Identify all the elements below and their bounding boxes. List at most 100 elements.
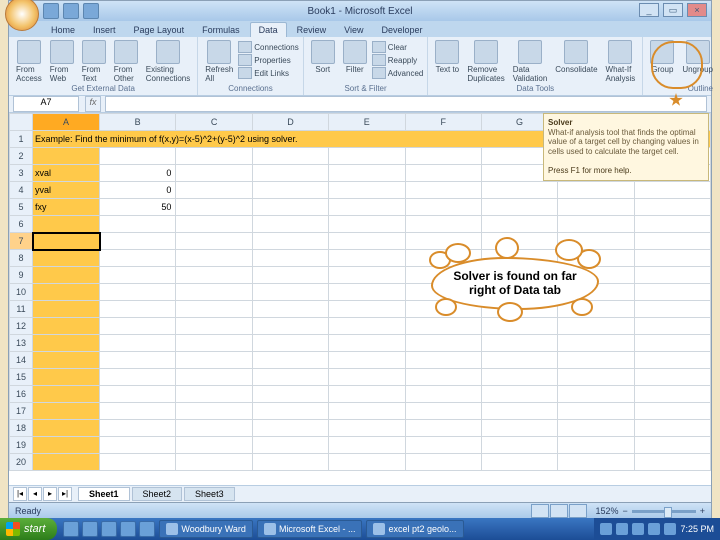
tray-icon[interactable] — [664, 523, 676, 535]
cell-F17[interactable] — [405, 403, 481, 420]
sheet-nav-next[interactable]: ▸ — [43, 487, 57, 501]
cell-A2[interactable] — [33, 148, 100, 165]
ribbon-properties[interactable]: Properties — [238, 54, 298, 66]
cell-C7[interactable] — [176, 233, 252, 250]
sheet-tab-sheet2[interactable]: Sheet2 — [132, 487, 183, 501]
clock[interactable]: 7:25 PM — [680, 524, 714, 534]
cell-B18[interactable] — [100, 420, 176, 437]
row-header-13[interactable]: 13 — [10, 335, 33, 352]
cell-A15[interactable] — [33, 369, 100, 386]
cell-H15[interactable] — [558, 369, 634, 386]
cell-B12[interactable] — [100, 318, 176, 335]
cell-G8[interactable] — [481, 250, 557, 267]
tab-formulas[interactable]: Formulas — [194, 23, 248, 37]
ribbon-refresh-all[interactable]: Refresh All — [202, 39, 236, 84]
cell-I4[interactable] — [634, 182, 710, 199]
cell-D17[interactable] — [252, 403, 328, 420]
cell-H16[interactable] — [558, 386, 634, 403]
cell-I17[interactable] — [634, 403, 710, 420]
row-header-9[interactable]: 9 — [10, 267, 33, 284]
cell-A10[interactable] — [33, 284, 100, 301]
cell-E20[interactable] — [329, 454, 405, 471]
taskbar-item[interactable]: Microsoft Excel - ... — [257, 520, 363, 538]
cell-D14[interactable] — [252, 352, 328, 369]
tab-developer[interactable]: Developer — [373, 23, 430, 37]
cell-I10[interactable] — [634, 284, 710, 301]
ribbon-from-web[interactable]: From Web — [47, 39, 77, 84]
cell-E11[interactable] — [329, 301, 405, 318]
cell-A18[interactable] — [33, 420, 100, 437]
cell-B11[interactable] — [100, 301, 176, 318]
ribbon-from-text[interactable]: From Text — [79, 39, 109, 84]
qat-redo-icon[interactable] — [83, 3, 99, 19]
cell-I8[interactable] — [634, 250, 710, 267]
column-header-C[interactable]: C — [176, 114, 252, 131]
row-header-16[interactable]: 16 — [10, 386, 33, 403]
row-header-5[interactable]: 5 — [10, 199, 33, 216]
cell-G4[interactable] — [481, 182, 557, 199]
cell-H7[interactable] — [558, 233, 634, 250]
ribbon-ungroup[interactable]: Ungroup — [679, 39, 716, 75]
tab-review[interactable]: Review — [289, 23, 335, 37]
cell-I5[interactable] — [634, 199, 710, 216]
cell-C17[interactable] — [176, 403, 252, 420]
cell-F15[interactable] — [405, 369, 481, 386]
cell-A9[interactable] — [33, 267, 100, 284]
row-header-3[interactable]: 3 — [10, 165, 33, 182]
cell-G6[interactable] — [481, 216, 557, 233]
cell-C9[interactable] — [176, 267, 252, 284]
row-header-11[interactable]: 11 — [10, 301, 33, 318]
cell-F18[interactable] — [405, 420, 481, 437]
cell-B4[interactable]: 0 — [100, 182, 176, 199]
tray-icon[interactable] — [648, 523, 660, 535]
ribbon-remove-duplicates[interactable]: Remove Duplicates — [464, 39, 507, 84]
cell-D2[interactable] — [252, 148, 328, 165]
name-box[interactable]: A7 — [13, 96, 79, 112]
tray-icon[interactable] — [632, 523, 644, 535]
row-header-4[interactable]: 4 — [10, 182, 33, 199]
cell-B5[interactable]: 50 — [100, 199, 176, 216]
tab-home[interactable]: Home — [43, 23, 83, 37]
ribbon-filter[interactable]: Filter — [340, 39, 370, 79]
ribbon-connections[interactable]: Connections — [238, 41, 298, 53]
view-break-icon[interactable] — [569, 504, 587, 518]
zoom-slider[interactable] — [632, 510, 696, 513]
cell-E2[interactable] — [329, 148, 405, 165]
cell-C15[interactable] — [176, 369, 252, 386]
cell-G5[interactable] — [481, 199, 557, 216]
sheet-nav-prev[interactable]: ◂ — [28, 487, 42, 501]
cell-G7[interactable] — [481, 233, 557, 250]
cell-F19[interactable] — [405, 437, 481, 454]
cell-A11[interactable] — [33, 301, 100, 318]
cell-F9[interactable] — [405, 267, 481, 284]
view-normal-icon[interactable] — [531, 504, 549, 518]
cell-C4[interactable] — [176, 182, 252, 199]
cell-I15[interactable] — [634, 369, 710, 386]
cell-C11[interactable] — [176, 301, 252, 318]
cell-H13[interactable] — [558, 335, 634, 352]
cell-E14[interactable] — [329, 352, 405, 369]
cell-I12[interactable] — [634, 318, 710, 335]
view-layout-icon[interactable] — [550, 504, 568, 518]
cell-H4[interactable] — [558, 182, 634, 199]
cell-F13[interactable] — [405, 335, 481, 352]
select-all-corner[interactable] — [10, 114, 33, 131]
tab-view[interactable]: View — [336, 23, 371, 37]
cell-B3[interactable]: 0 — [100, 165, 176, 182]
cell-C13[interactable] — [176, 335, 252, 352]
cell-I6[interactable] — [634, 216, 710, 233]
fx-icon[interactable]: fx — [85, 96, 101, 112]
cell-F11[interactable] — [405, 301, 481, 318]
cell-G14[interactable] — [481, 352, 557, 369]
cell-A16[interactable] — [33, 386, 100, 403]
cell-F4[interactable] — [405, 182, 481, 199]
cell-E7[interactable] — [329, 233, 405, 250]
cell-B13[interactable] — [100, 335, 176, 352]
cell-C6[interactable] — [176, 216, 252, 233]
cell-G16[interactable] — [481, 386, 557, 403]
cell-A12[interactable] — [33, 318, 100, 335]
cell-D8[interactable] — [252, 250, 328, 267]
cell-G13[interactable] — [481, 335, 557, 352]
cell-G10[interactable] — [481, 284, 557, 301]
row-header-10[interactable]: 10 — [10, 284, 33, 301]
